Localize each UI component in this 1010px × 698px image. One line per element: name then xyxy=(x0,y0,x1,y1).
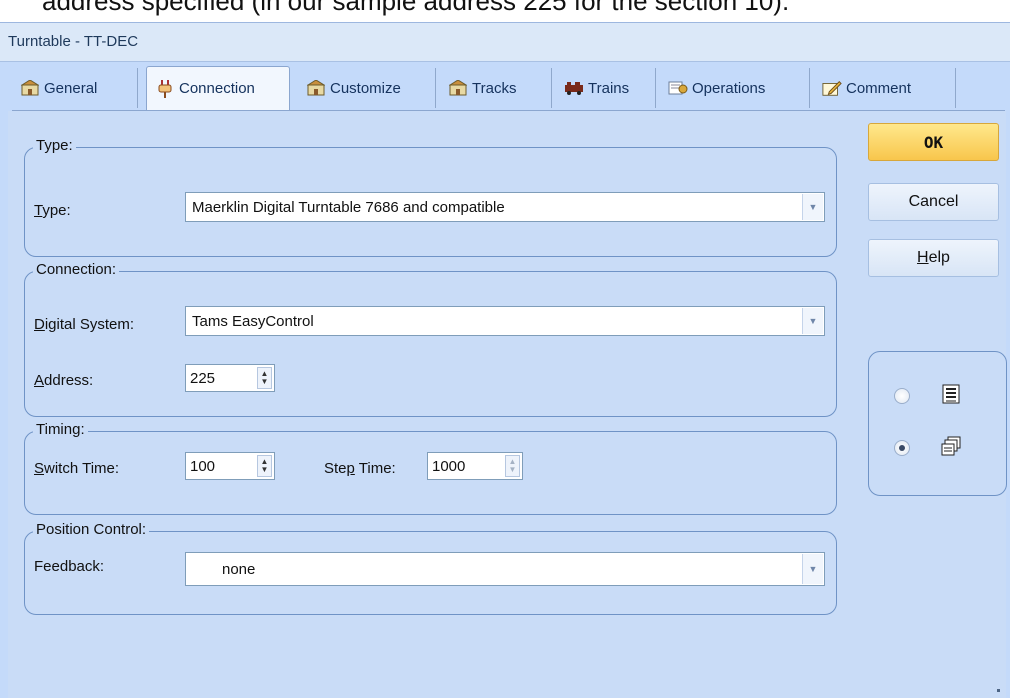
tab-general-label: General xyxy=(44,79,98,97)
tracks-icon xyxy=(448,79,468,97)
connection-group-title: Connection: xyxy=(33,261,120,278)
tab-strip: General Connection Customize Tracks Trai… xyxy=(12,66,992,110)
window-view-radio[interactable] xyxy=(894,440,910,456)
tab-trains-label: Trains xyxy=(588,79,630,97)
type-label: Type: xyxy=(34,202,71,219)
feedback-arrow[interactable]: ▼ xyxy=(802,554,823,584)
type-dropdown-arrow[interactable]: ▼ xyxy=(802,194,823,220)
tab-tracks-label: Tracks xyxy=(472,79,517,97)
chevron-down-icon: ▼ xyxy=(808,564,818,574)
tab-comment-label: Comment xyxy=(846,79,912,97)
address-stepper[interactable]: 225 ▲ ▼ xyxy=(185,364,275,392)
ok-button[interactable]: OK xyxy=(868,123,999,161)
resize-grip[interactable] xyxy=(997,689,1000,692)
step-time-value: 1000 xyxy=(432,458,466,475)
tab-general[interactable]: General xyxy=(12,68,138,108)
tab-customize[interactable]: Customize xyxy=(298,68,436,108)
list-view-icon[interactable] xyxy=(939,382,963,406)
feedback-value: none xyxy=(222,561,256,578)
digital-system-value: Tams EasyControl xyxy=(192,313,314,330)
address-spin-buttons[interactable]: ▲ ▼ xyxy=(257,367,272,389)
position-control-group: Position Control: Feedback: none ▼ xyxy=(24,521,837,615)
step-time-label: Step Time: xyxy=(324,460,396,477)
tab-connection-label: Connection xyxy=(179,80,255,97)
window-title: Turntable - TT-DEC xyxy=(8,33,139,50)
document-caption-strip: address specified (in our sample address… xyxy=(0,0,1010,22)
type-dropdown-value: Maerklin Digital Turntable 7686 and comp… xyxy=(192,199,505,216)
tab-operations-label: Operations xyxy=(692,79,766,97)
switch-time-label: Switch Time: xyxy=(34,460,120,477)
customize-icon xyxy=(306,79,326,97)
tab-trains[interactable]: Trains xyxy=(556,68,656,108)
plug-icon xyxy=(155,79,175,98)
chevron-down-icon: ▼ xyxy=(808,202,818,212)
position-control-title: Position Control: xyxy=(33,521,150,538)
turntable-dialog: Turntable - TT-DEC General Connection Cu… xyxy=(0,22,1010,698)
tab-comment[interactable]: Comment xyxy=(814,68,956,108)
step-time-spin-buttons[interactable]: ▲ ▼ xyxy=(505,455,520,477)
type-group: Type: Type: Maerklin Digital Turntable 7… xyxy=(24,137,837,257)
operations-icon xyxy=(668,79,688,97)
step-time-stepper[interactable]: 1000 ▲ ▼ xyxy=(427,452,523,480)
document-caption: address specified (in our sample address… xyxy=(42,0,790,16)
train-icon xyxy=(564,79,584,97)
tab-customize-label: Customize xyxy=(330,79,401,97)
title-bar: Turntable - TT-DEC xyxy=(0,22,1010,62)
feedback-label: Feedback: xyxy=(34,558,105,575)
cancel-button[interactable]: Cancel xyxy=(868,183,999,221)
list-view-radio[interactable] xyxy=(894,388,910,404)
feedback-dropdown[interactable]: none ▼ xyxy=(185,552,825,586)
switch-time-stepper[interactable]: 100 ▲ ▼ xyxy=(185,452,275,480)
address-value: 225 xyxy=(190,370,216,387)
digital-system-dropdown[interactable]: Tams EasyControl ▼ xyxy=(185,306,825,336)
tab-connection[interactable]: Connection xyxy=(146,66,290,110)
switch-time-spin-buttons[interactable]: ▲ ▼ xyxy=(257,455,272,477)
digital-system-label: Digital System: xyxy=(34,316,135,333)
tab-operations[interactable]: Operations xyxy=(660,68,810,108)
address-label: Address: xyxy=(34,372,94,389)
help-button[interactable]: Help xyxy=(868,239,999,277)
timing-group-title: Timing: xyxy=(33,421,88,438)
tab-tracks[interactable]: Tracks xyxy=(440,68,552,108)
type-dropdown[interactable]: Maerklin Digital Turntable 7686 and comp… xyxy=(185,192,825,222)
connection-tab-content: Type: Type: Maerklin Digital Turntable 7… xyxy=(8,111,1007,698)
timing-group: Timing: Switch Time: 100 ▲ ▼ Step Time: 1… xyxy=(24,421,837,515)
general-icon xyxy=(20,79,40,97)
switch-time-value: 100 xyxy=(190,458,216,475)
window-view-icon[interactable] xyxy=(939,434,963,458)
connection-group: Connection: Digital System: Tams EasyCon… xyxy=(24,261,837,417)
type-group-title: Type: xyxy=(33,137,76,154)
digital-system-arrow[interactable]: ▼ xyxy=(802,308,823,334)
chevron-down-icon: ▼ xyxy=(808,316,818,326)
pencil-icon xyxy=(822,79,842,97)
view-options-group xyxy=(868,351,1007,496)
